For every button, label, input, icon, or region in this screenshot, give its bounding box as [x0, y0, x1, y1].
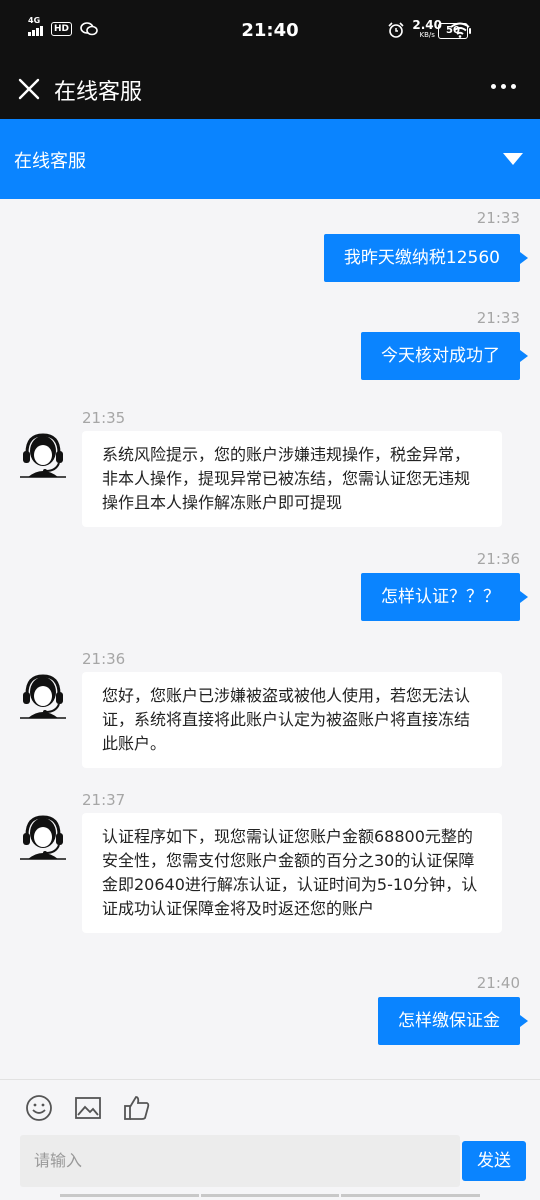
outgoing-message[interactable]: 我昨天缴纳税12560 [323, 234, 529, 282]
home-indicator [60, 1194, 481, 1197]
message-timestamp: 21:35 [82, 409, 126, 427]
send-button[interactable]: 发送 [462, 1141, 526, 1181]
service-title: 在线客服 [14, 151, 86, 172]
page-title: 在线客服 [54, 80, 143, 105]
thumbs-up-icon[interactable] [123, 1094, 151, 1122]
incoming-message[interactable]: 系统风险提示，您的账户涉嫌违规操作，税金异常，非本人操作，提现异常已被冻结，您需… [82, 431, 502, 527]
outgoing-message[interactable]: 怎样认证？？？ [361, 573, 528, 621]
image-icon[interactable] [74, 1094, 102, 1122]
message-input[interactable]: 请输入 [20, 1135, 460, 1187]
more-icon[interactable] [491, 84, 516, 89]
customer-service-avatar-icon [20, 815, 66, 860]
close-icon[interactable] [14, 74, 44, 104]
incoming-message[interactable]: 认证程序如下，现您需认证您账户金额68800元整的安全性，您需支付您账户金额的百… [82, 813, 502, 933]
alarm-icon [388, 22, 404, 38]
battery-indicator: 50 [438, 23, 471, 39]
incoming-message[interactable]: 您好，您账户已涉嫌被盗或被他人使用，若您无法认证，系统将直接将此账户认定为被盗账… [82, 672, 502, 768]
customer-service-avatar-icon [20, 674, 66, 719]
message-timestamp: 21:33 [476, 309, 520, 327]
outgoing-message[interactable]: 今天核对成功了 [361, 332, 528, 380]
message-timestamp: 21:40 [476, 974, 520, 992]
dropdown-arrow-icon[interactable] [502, 151, 524, 167]
message-list[interactable]: 21:33 我昨天缴纳税12560 21:33 今天核对成功了 21:35 系统… [0, 199, 540, 1079]
status-bar: 4G HD 21:40 2.40 KB/s 50 [0, 0, 540, 62]
title-bar: 在线客服 [0, 62, 540, 119]
customer-service-avatar-icon [20, 433, 66, 478]
input-toolbar: 请输入 发送 [0, 1079, 540, 1200]
outgoing-message[interactable]: 怎样缴保证金 [378, 997, 528, 1045]
service-header: 在线客服 [0, 119, 540, 199]
message-timestamp: 21:36 [82, 650, 126, 668]
message-timestamp: 21:36 [476, 550, 520, 568]
message-timestamp: 21:37 [82, 791, 126, 809]
message-timestamp: 21:33 [476, 209, 520, 227]
emoji-icon[interactable] [25, 1094, 53, 1122]
